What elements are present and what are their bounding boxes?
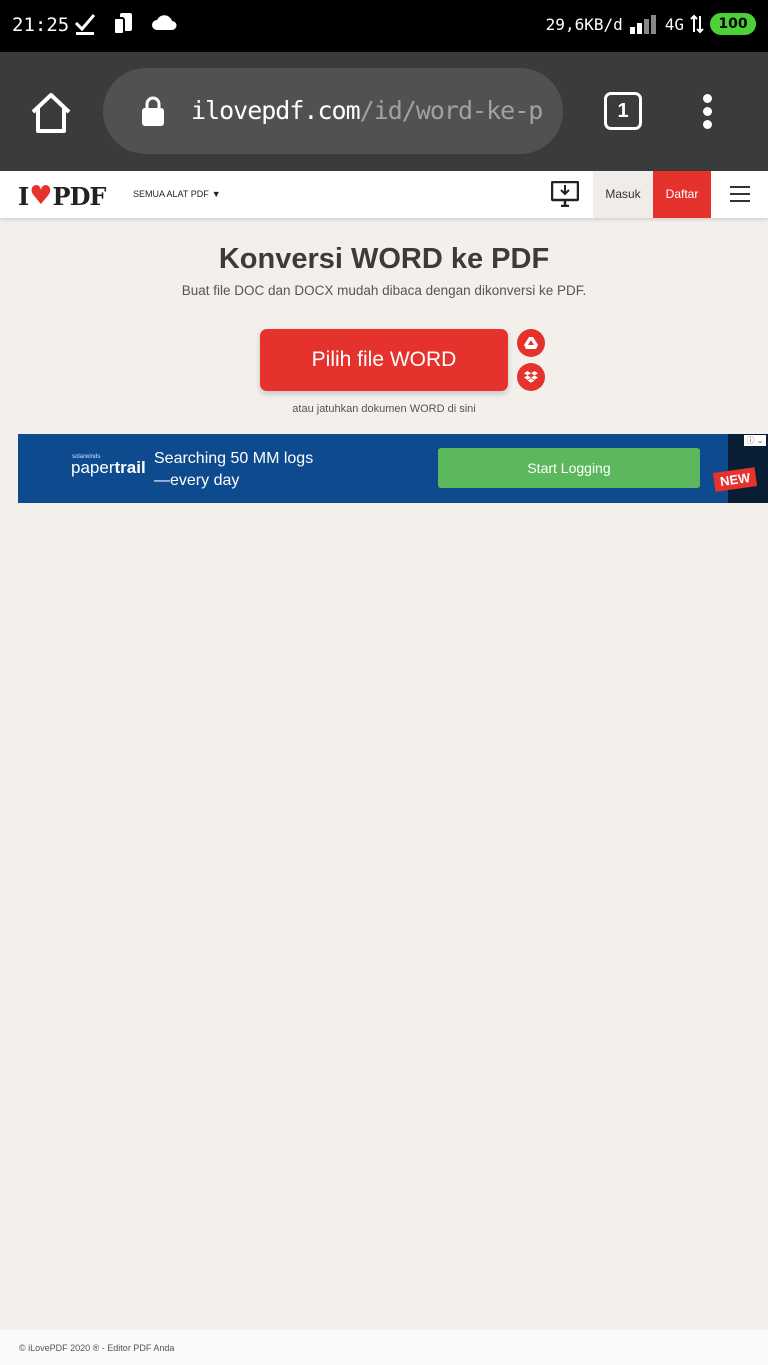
notification-icons <box>74 12 178 36</box>
desktop-download-icon[interactable] <box>551 181 579 207</box>
address-bar[interactable]: ilovepdf.com/id/word-ke-p <box>103 68 563 154</box>
signal-icon <box>629 15 656 34</box>
google-drive-button[interactable] <box>517 329 545 357</box>
ad-text: Searching 50 MM logs —every day <box>154 448 354 492</box>
network-type: 4G <box>664 14 684 34</box>
home-icon[interactable] <box>28 90 74 136</box>
all-tools-label: SEMUA ALAT PDF <box>133 189 209 199</box>
page-subtitle: Buat file DOC dan DOCX mudah dibaca deng… <box>181 283 587 298</box>
url-path: /id/word-ke-p <box>359 96 543 125</box>
tab-switcher-button[interactable]: 1 <box>604 92 642 130</box>
ad-cta-button[interactable]: Start Logging <box>438 448 700 488</box>
logo-pdf: PDF <box>52 181 107 211</box>
footer-copyright: © iLovePDF 2020 ® - Editor PDF Anda <box>19 1343 175 1353</box>
status-time: 21:25 <box>12 14 70 36</box>
ad-line-1: Searching 50 MM logs <box>154 450 314 467</box>
lock-icon <box>142 96 164 126</box>
google-drive-icon <box>524 337 538 349</box>
drop-hint: atau jatuhkan dokumen WORD di sini <box>292 403 476 415</box>
select-word-file-button[interactable]: Pilih file WORD <box>260 329 508 391</box>
hamburger-menu-icon[interactable] <box>730 186 750 207</box>
status-right: 29,6KB/d 4G 100 <box>546 13 756 35</box>
more-menu-icon[interactable] <box>703 94 713 133</box>
cloud-icon <box>152 15 177 30</box>
dropbox-icon <box>524 370 538 383</box>
data-transfer-icon <box>690 14 704 34</box>
login-button[interactable]: Masuk <box>593 171 653 218</box>
battery-indicator: 100 <box>710 13 756 35</box>
ilovepdf-logo[interactable]: I ♥ PDF <box>18 181 107 211</box>
all-tools-menu[interactable]: SEMUA ALAT PDF ▼ <box>133 189 221 199</box>
dropbox-button[interactable] <box>517 363 545 391</box>
task-done-icon <box>74 14 96 35</box>
site-header: I ♥ PDF SEMUA ALAT PDF ▼ Masuk Daftar <box>0 171 768 218</box>
network-speed: 29,6KB/d <box>545 14 623 34</box>
url-text[interactable]: ilovepdf.com/id/word-ke-p <box>191 96 543 125</box>
caret-down-icon: ▼ <box>211 189 221 199</box>
logo-i: I <box>18 181 29 211</box>
ad-line-2: —every day <box>154 472 240 489</box>
ad-info-icon[interactable]: ⓘ ⌄ <box>744 435 766 446</box>
device-icon <box>113 13 132 35</box>
page-footer: © iLovePDF 2020 ® - Editor PDF Anda <box>0 1330 768 1365</box>
heart-icon: ♥ <box>29 181 52 211</box>
page-title: Konversi WORD ke PDF <box>218 243 550 275</box>
url-domain: ilovepdf.com <box>191 96 361 125</box>
ad-brand-logo: papertrail <box>71 458 146 477</box>
status-bar: 21:25 29,6KB/d 4G 100 <box>0 0 768 52</box>
browser-toolbar: ilovepdf.com/id/word-ke-p 1 <box>0 52 768 171</box>
advertisement-banner[interactable]: solarwinds papertrail Searching 50 MM lo… <box>18 434 768 503</box>
signup-button[interactable]: Daftar <box>653 171 711 218</box>
